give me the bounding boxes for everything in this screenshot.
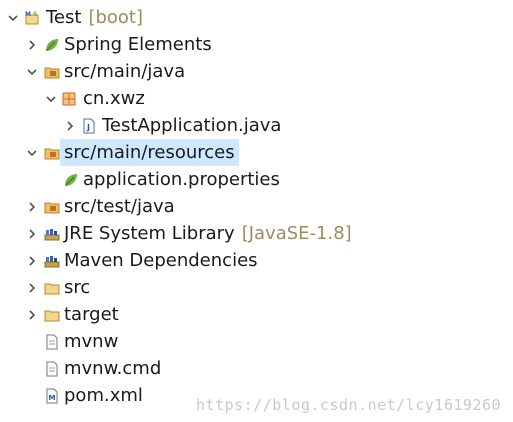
src-main-java-label: src/main/java [64,61,186,82]
chevron-right-icon[interactable] [25,227,39,241]
cn-xwz-label: cn.xwz [83,88,145,109]
application-properties-label-wrap: application.properties [83,166,280,193]
spring-leaf-icon [63,172,79,188]
src-main-java-label-wrap: src/main/java [64,58,185,85]
spring-leaf-icon [44,37,60,53]
svg-text:M: M [49,394,56,402]
src-test-java-label-wrap: src/test/java [64,193,175,220]
spring-elements-label: Spring Elements [64,34,212,55]
src-label: src [64,277,91,298]
chevron-right-icon[interactable] [25,254,39,268]
chevron-right-icon[interactable] [25,281,39,295]
tree-row-target[interactable]: target [0,301,513,328]
chevron-down-icon[interactable] [25,146,39,160]
folder-icon [44,280,60,296]
svg-text:S: S [33,11,37,18]
application-properties-label: application.properties [83,169,280,190]
tree-row-spring-elements[interactable]: Spring Elements [0,31,513,58]
source-folder-icon [44,64,60,80]
spring-elements-label-wrap: Spring Elements [64,31,212,58]
chevron-down-icon[interactable] [6,11,20,25]
svg-text:J: J [86,123,90,132]
jre-system-library-label-wrap: JRE System Library [JavaSE-1.8] [64,220,352,247]
mvnw-cmd-label-wrap: mvnw.cmd [64,355,161,382]
src-main-resources-label-wrap: src/main/resources [60,139,239,166]
pom-xml-label: pom.xml [64,385,143,406]
test-application-label: TestApplication.java [102,115,282,136]
src-test-java-label: src/test/java [64,196,175,217]
target-label: target [64,304,119,325]
tree-row-src-main-java[interactable]: src/main/java [0,58,513,85]
svg-text:M: M [25,11,31,18]
test-application-label-wrap: TestApplication.java [102,112,281,139]
tree-row-jre-system-library[interactable]: JRE System Library [JavaSE-1.8] [0,220,513,247]
library-icon [44,226,60,242]
watermark: https://blog.csdn.net/lcy1619260 [196,396,501,414]
tree-row-application-properties[interactable]: application.properties [0,166,513,193]
target-label-wrap: target [64,301,119,328]
file-icon [44,361,60,377]
chevron-right-icon[interactable] [25,308,39,322]
tree-row-test-application[interactable]: J TestApplication.java [0,112,513,139]
tree-row-src-test-java[interactable]: src/test/java [0,193,513,220]
folder-icon [44,307,60,323]
chevron-right-icon[interactable] [63,119,77,133]
project-decoration: [boot] [88,7,144,28]
maven-pom-icon: M [44,388,60,404]
chevron-right-icon[interactable] [25,200,39,214]
chevron-right-icon[interactable] [25,38,39,52]
tree-row-src[interactable]: src [0,274,513,301]
jre-version-decoration: [JavaSE-1.8] [241,223,352,244]
tree-row-src-main-resources[interactable]: src/main/resources [0,139,513,166]
tree-row-maven-dependencies[interactable]: Maven Dependencies [0,247,513,274]
src-label-wrap: src [64,274,90,301]
source-folder-icon [44,199,60,215]
file-icon [44,334,60,350]
chevron-down-icon[interactable] [44,92,58,106]
mvnw-cmd-label: mvnw.cmd [64,358,162,379]
pom-xml-label-wrap: pom.xml [64,382,143,409]
tree-row-project-test[interactable]: M S Test [boot] [0,4,513,31]
maven-dependencies-label-wrap: Maven Dependencies [64,247,258,274]
maven-dependencies-label: Maven Dependencies [64,250,258,271]
cn-xwz-label-wrap: cn.xwz [83,85,145,112]
jre-system-library-label: JRE System Library [64,223,235,244]
mvnw-label-wrap: mvnw [64,328,118,355]
java-file-icon: J [81,118,97,134]
src-main-resources-label: src/main/resources [64,142,235,163]
library-icon [44,253,60,269]
maven-project-icon: M S [24,10,40,26]
package-icon [61,91,77,107]
project-label: Test [boot] [46,4,143,31]
mvnw-label: mvnw [64,331,119,352]
tree-row-mvnw[interactable]: mvnw [0,328,513,355]
tree-row-cn-xwz[interactable]: cn.xwz [0,85,513,112]
chevron-down-icon[interactable] [25,65,39,79]
tree-row-mvnw-cmd[interactable]: mvnw.cmd [0,355,513,382]
project-name: Test [46,7,82,28]
source-folder-icon [44,145,60,161]
